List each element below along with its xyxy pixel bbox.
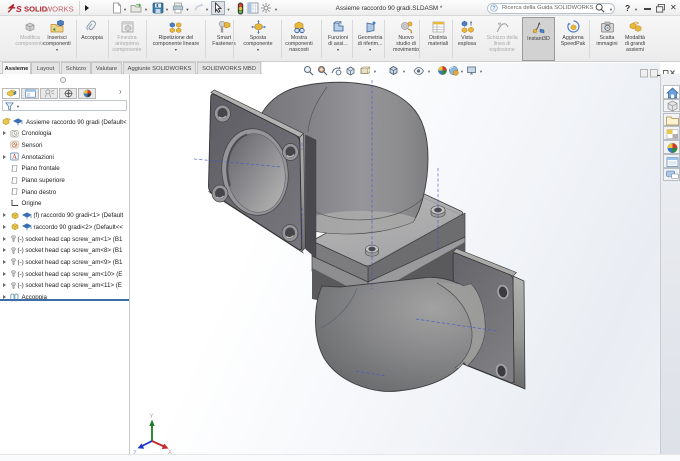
svg-text:Y: Y <box>150 414 154 420</box>
svg-text:A: A <box>12 153 17 161</box>
